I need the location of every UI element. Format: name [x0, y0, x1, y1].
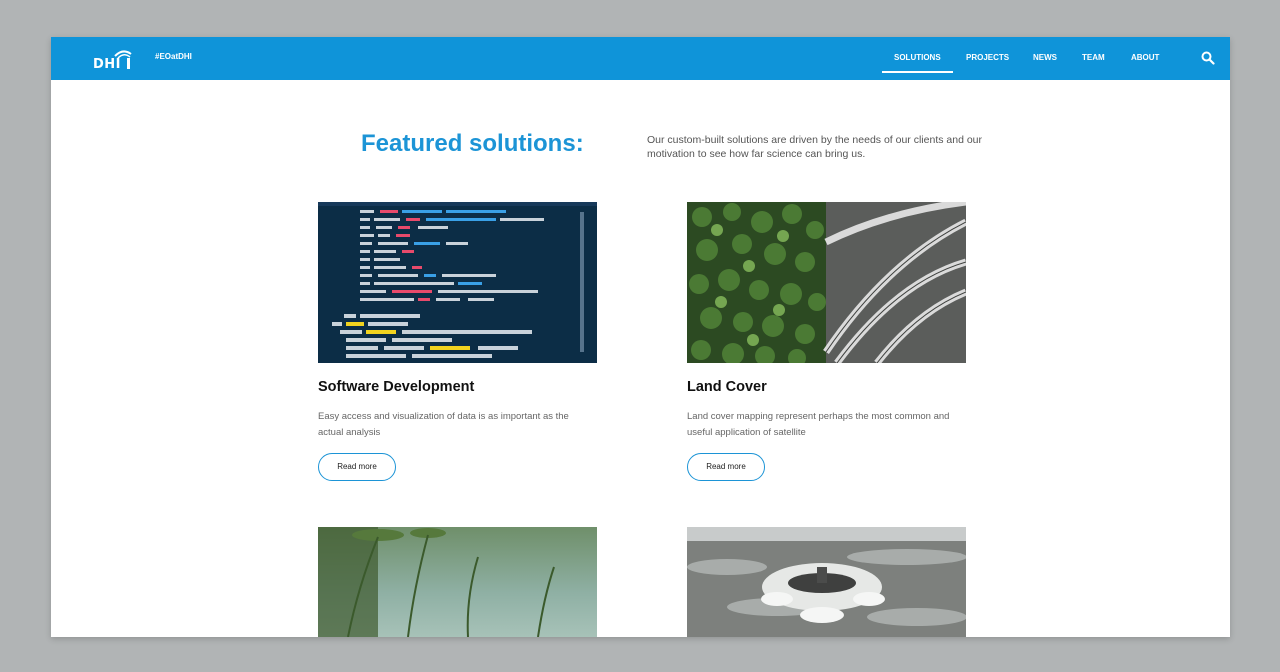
active-nav-underline [882, 71, 953, 73]
underwater-image [318, 527, 597, 637]
top-navigation-bar: DHI #EOatDHI SOLUTIONS PROJECTS NEWS TEA… [51, 37, 1230, 80]
nav-about[interactable]: ABOUT [1131, 53, 1159, 62]
read-more-button-software-development[interactable]: Read more [318, 453, 396, 481]
card-title-land-cover: Land Cover [687, 379, 767, 395]
page-title: Featured solutions: [361, 130, 584, 157]
search-icon[interactable] [1201, 51, 1215, 65]
underwater-plants-image[interactable] [318, 527, 597, 637]
dhi-logo[interactable]: DHI [93, 46, 133, 72]
nav-projects[interactable]: PROJECTS [966, 53, 1009, 62]
browser-page: DHI #EOatDHI SOLUTIONS PROJECTS NEWS TEA… [51, 37, 1230, 637]
land-cover-image[interactable] [687, 202, 966, 363]
water-image [687, 527, 966, 637]
logo-text: DHI [93, 57, 122, 72]
water-outflow-image[interactable] [687, 527, 966, 637]
hashtag-link[interactable]: #EOatDHI [155, 52, 192, 61]
intro-text: Our custom-built solutions are driven by… [647, 134, 983, 160]
read-more-button-land-cover[interactable]: Read more [687, 453, 765, 481]
nav-team[interactable]: TEAM [1082, 53, 1105, 62]
card-description-land-cover: Land cover mapping represent perhaps the… [687, 411, 950, 438]
software-development-image[interactable] [318, 202, 597, 363]
card-description-software-development: Easy access and visualization of data is… [318, 411, 569, 438]
nav-solutions[interactable]: SOLUTIONS [894, 53, 941, 62]
card-title-software-development: Software Development [318, 379, 475, 395]
forest-highway-image [687, 202, 966, 363]
nav-news[interactable]: NEWS [1033, 53, 1057, 62]
code-screenshot-image [318, 202, 597, 363]
